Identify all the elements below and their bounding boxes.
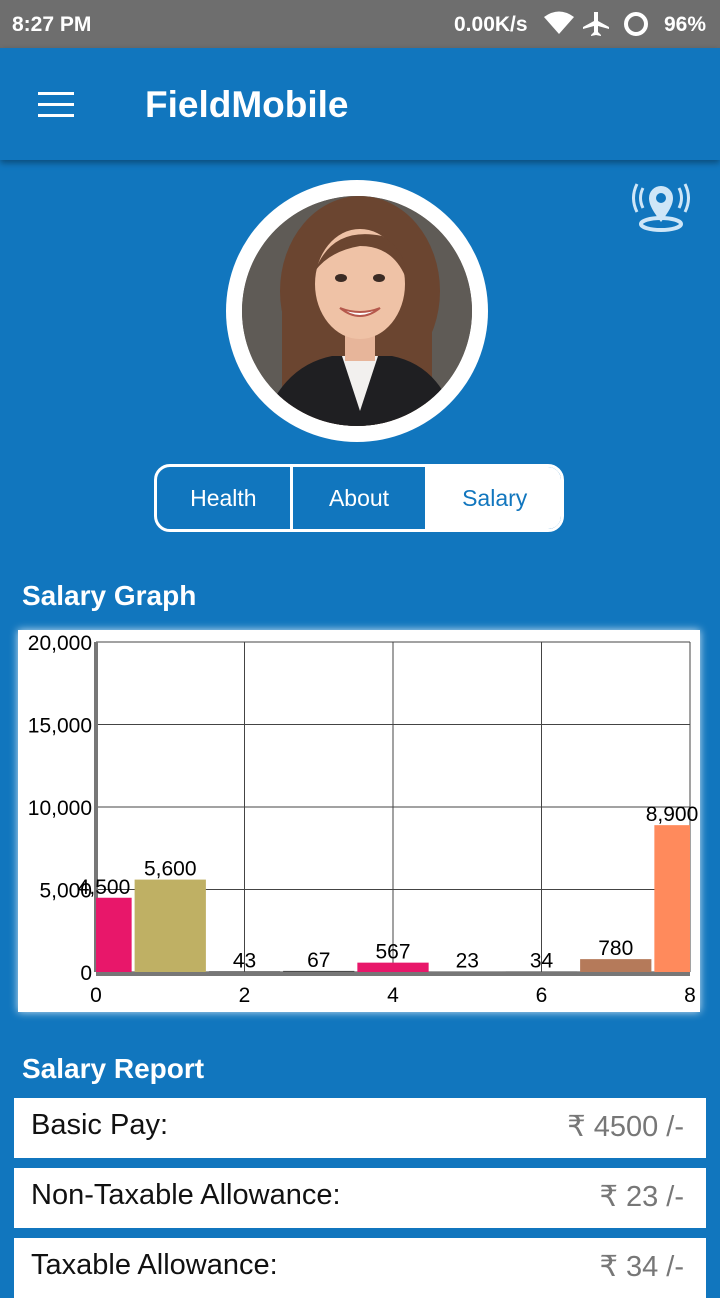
status-time: 8:27 PM (12, 13, 91, 37)
data-label: 567 (375, 941, 410, 964)
x-tick-label: 6 (536, 984, 548, 1007)
data-label: 43 (233, 949, 256, 972)
data-label: 23 (456, 950, 479, 973)
bar (96, 898, 132, 972)
salary-report-title: Salary Report (22, 1053, 204, 1085)
wifi-icon (543, 10, 575, 36)
report-value: ₹ 4500 /- (567, 1109, 684, 1144)
data-label: 5,600 (144, 858, 197, 881)
tab-about[interactable]: About (293, 467, 429, 529)
hamburger-menu-icon[interactable] (38, 92, 74, 118)
report-value: ₹ 23 /- (599, 1179, 684, 1214)
report-row-non-taxable-allowance: Non-Taxable Allowance: ₹ 23 /- (14, 1168, 706, 1228)
report-label: Taxable Allowance: (31, 1249, 278, 1282)
y-tick-label: 15,000 (28, 715, 92, 738)
report-label: Non-Taxable Allowance: (31, 1179, 341, 1212)
x-tick-label: 8 (684, 984, 696, 1007)
bar (357, 963, 428, 972)
report-row-basic-pay: Basic Pay: ₹ 4500 /- (14, 1098, 706, 1158)
battery-level: 96% (664, 13, 706, 37)
report-row-taxable-allowance: Taxable Allowance: ₹ 34 /- (14, 1238, 706, 1298)
sync-icon (622, 10, 650, 38)
bar (654, 825, 690, 972)
salary-bar-chart: 4,5005,600436756723347808,90005,00010,00… (18, 630, 700, 1012)
data-label: 780 (598, 937, 633, 960)
report-label: Basic Pay: (31, 1109, 168, 1142)
y-tick-label: 5,000 (39, 880, 92, 903)
data-label: 34 (530, 949, 554, 972)
salary-chart: 4,5005,600436756723347808,90005,00010,00… (18, 630, 700, 1012)
x-tick-label: 2 (239, 984, 251, 1007)
profile-avatar[interactable] (226, 180, 488, 442)
data-label: 67 (307, 949, 330, 972)
location-pin-icon[interactable] (632, 178, 690, 234)
report-value: ₹ 34 /- (599, 1249, 684, 1284)
profile-photo (242, 196, 472, 426)
app-title: FieldMobile (145, 84, 349, 126)
bar (135, 880, 206, 972)
data-label: 8,900 (646, 803, 699, 826)
profile-tabs: Health About Salary (154, 464, 564, 532)
app-bar: FieldMobile (0, 48, 720, 160)
x-tick-label: 4 (387, 984, 399, 1007)
airplane-icon (582, 10, 610, 38)
x-tick-label: 0 (90, 984, 102, 1007)
y-tick-label: 10,000 (28, 797, 92, 820)
bar (580, 959, 651, 972)
y-tick-label: 20,000 (28, 632, 92, 655)
network-speed: 0.00K/s (454, 13, 528, 37)
tab-health[interactable]: Health (157, 467, 293, 529)
y-tick-label: 0 (80, 962, 92, 985)
salary-graph-title: Salary Graph (22, 580, 196, 612)
tab-salary[interactable]: Salary (428, 467, 561, 529)
status-bar: 8:27 PM 0.00K/s 96% (0, 0, 720, 48)
